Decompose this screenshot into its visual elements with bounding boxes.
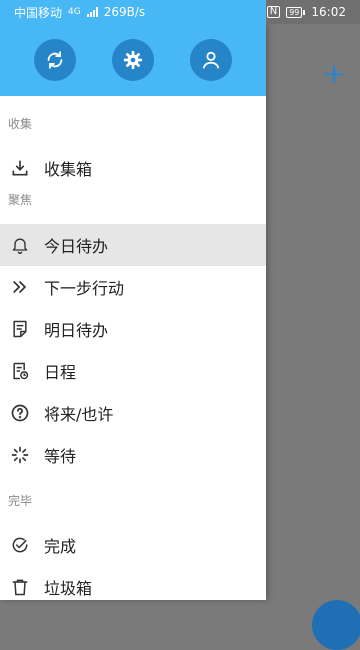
section-label-done: 完毕 [8, 494, 33, 508]
status-bar-left: 中国移动 4G 269B/s [0, 0, 266, 24]
trash-icon [8, 575, 32, 599]
note-edit-icon [8, 317, 32, 341]
menu-item-someday[interactable]: 将来/也许 [0, 392, 266, 434]
menu-item-schedule[interactable]: 日程 [0, 350, 266, 392]
menu-label-schedule: 日程 [44, 363, 77, 382]
section-label-focus: 聚焦 [8, 193, 33, 207]
status-bar-right: N 99 16:02 [266, 0, 360, 24]
network-speed: 269B/s [103, 5, 146, 19]
battery-icon: 99 [286, 6, 306, 18]
menu-item-today[interactable]: 今日待办 [0, 224, 266, 266]
menu-label-someday: 将来/也许 [44, 405, 114, 424]
check-circle-icon [8, 533, 32, 557]
sync-icon [47, 51, 63, 69]
menu-label-trash: 垃圾箱 [44, 579, 93, 598]
floating-add-button[interactable] [312, 600, 360, 650]
account-button[interactable] [190, 39, 232, 81]
settings-button[interactable] [112, 39, 154, 81]
drawer-header [0, 24, 266, 96]
menu-label-next-action: 下一步行动 [44, 279, 125, 298]
sync-button[interactable] [34, 39, 76, 81]
loading-spinner-icon [8, 443, 32, 467]
gear-icon [123, 50, 143, 70]
menu-label-today: 今日待办 [44, 237, 109, 256]
menu-item-next-action[interactable]: 下一步行动 [0, 266, 266, 308]
question-circle-icon [8, 401, 32, 425]
menu-label-tomorrow: 明日待办 [44, 321, 109, 340]
schedule-icon [8, 359, 32, 383]
menu-item-waiting[interactable]: 等待 [0, 434, 266, 476]
menu-label-inbox: 收集箱 [44, 160, 93, 179]
menu-label-completed: 完成 [44, 537, 77, 556]
section-label-collect: 收集 [8, 117, 33, 131]
double-chevron-right-icon [8, 275, 32, 299]
add-task-icon[interactable]: + [323, 60, 346, 88]
menu-item-completed[interactable]: 完成 [0, 524, 266, 566]
status-bar: 中国移动 4G 269B/s N 99 16:02 [0, 0, 360, 24]
menu-label-waiting: 等待 [44, 447, 77, 466]
user-icon [202, 51, 220, 69]
menu-item-inbox[interactable]: 收集箱 [0, 147, 266, 189]
navigation-drawer: 收集 收集箱 聚焦 今日待办 下一步行动 明日待办 日程 将来/也许 等待 完毕… [0, 24, 266, 600]
clock: 16:02 [311, 5, 346, 19]
menu-item-tomorrow[interactable]: 明日待办 [0, 308, 266, 350]
bell-icon [8, 233, 32, 257]
carrier-label: 中国移动 [14, 5, 63, 20]
signal-icon [86, 7, 98, 17]
network-type: 4G [68, 7, 81, 17]
battery-level: 99 [286, 6, 303, 18]
menu-item-trash[interactable]: 垃圾箱 [0, 566, 266, 600]
nfc-icon: N [266, 6, 281, 18]
inbox-download-icon [8, 156, 32, 180]
